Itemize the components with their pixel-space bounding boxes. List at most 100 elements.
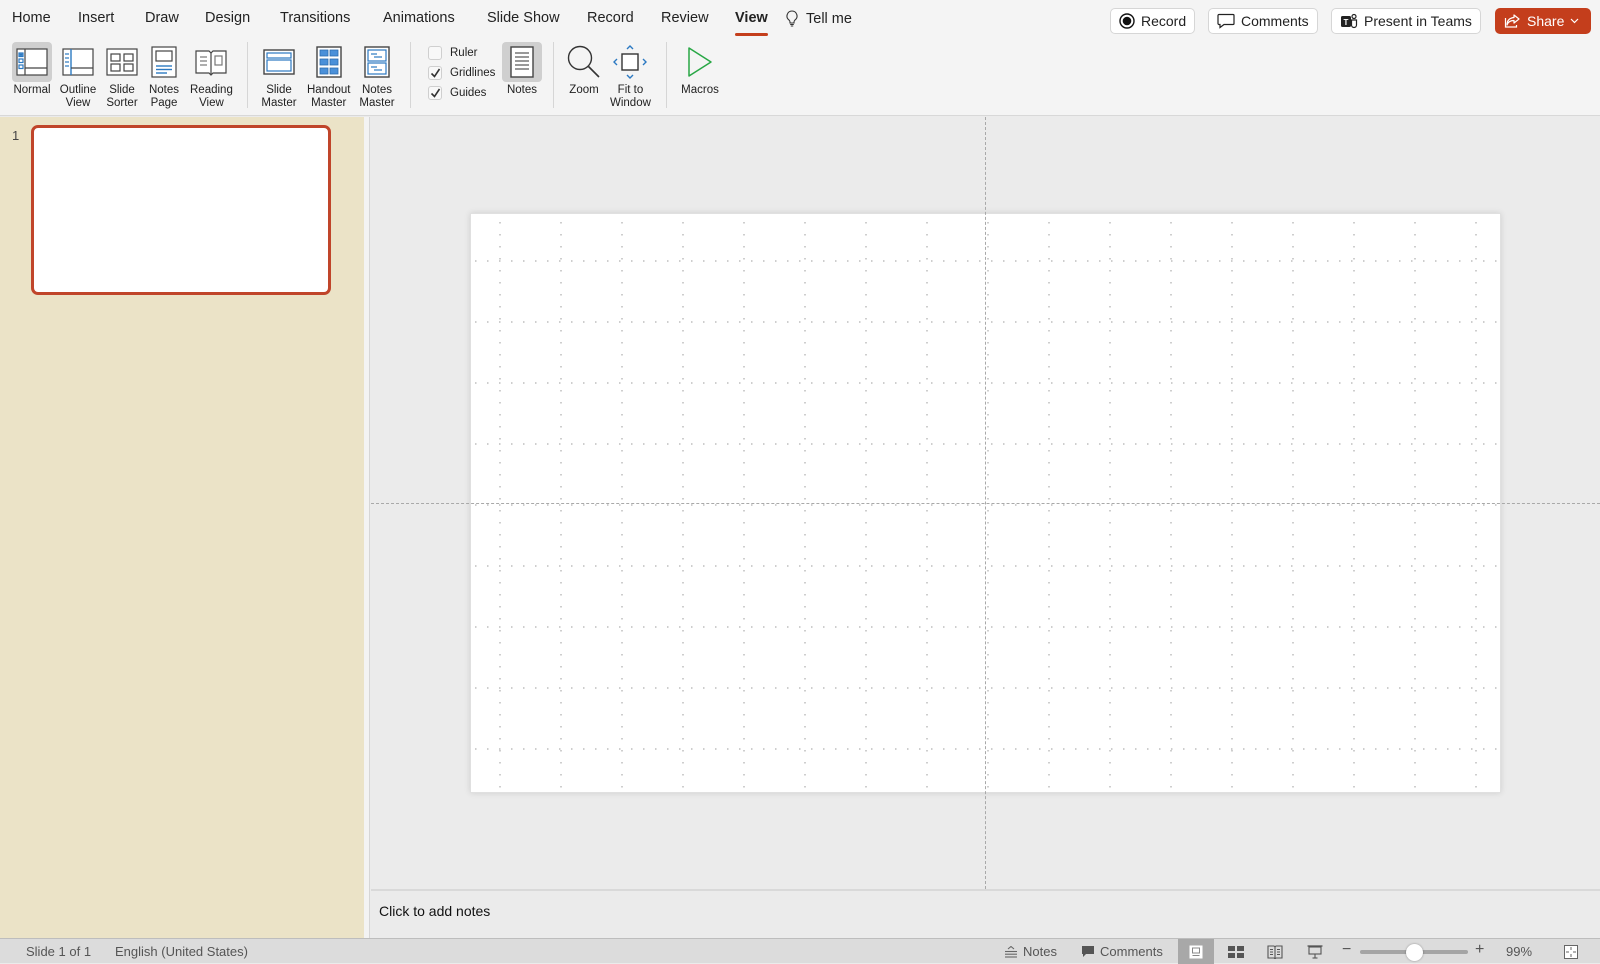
gridline-dot: [883, 504, 885, 506]
gridline-dot: [1475, 714, 1477, 716]
gridline-dot: [1219, 443, 1221, 445]
status-notes-button[interactable]: Notes: [1004, 944, 1057, 959]
normal-view-status-button[interactable]: [1178, 939, 1214, 964]
slide-master-button[interactable]: Slide Master: [259, 42, 299, 110]
gridline-dot: [1219, 565, 1221, 567]
ruler-checkbox-box[interactable]: [428, 46, 442, 60]
gridline-dot: [1353, 330, 1355, 332]
gridline-dot: [511, 443, 513, 445]
gridline-dot: [926, 522, 928, 524]
gridline-dot: [1375, 382, 1377, 384]
gridline-dot: [1475, 786, 1477, 788]
gridline-dot: [655, 748, 657, 750]
slide-thumbnail[interactable]: [31, 125, 331, 295]
ruler-checkbox[interactable]: Ruler: [428, 46, 477, 60]
horizontal-guide[interactable]: [371, 503, 1600, 504]
gridline-dot: [1399, 260, 1401, 262]
zoom-slider-thumb[interactable]: [1405, 943, 1423, 961]
gridline-dot: [1423, 626, 1425, 628]
reading-view-button[interactable]: Reading View: [190, 42, 233, 110]
slide-sorter-status-button[interactable]: [1218, 939, 1254, 964]
zoom-in-button[interactable]: +: [1475, 941, 1484, 959]
gridline-dot: [991, 443, 993, 445]
share-button[interactable]: Share: [1495, 8, 1591, 34]
gridline-dot: [560, 546, 562, 548]
gridline-dot: [560, 318, 562, 320]
fit-to-window-button[interactable]: Fit to Window: [610, 42, 651, 110]
fit-slide-button[interactable]: [1556, 939, 1586, 964]
guides-checkbox-box[interactable]: [428, 86, 442, 100]
gridline-dot: [511, 565, 513, 567]
record-button[interactable]: Record: [1110, 8, 1196, 34]
gridline-dot: [1435, 565, 1437, 567]
zoom-out-button[interactable]: −: [1342, 941, 1351, 959]
zoom-percentage[interactable]: 99%: [1506, 944, 1532, 959]
gridline-dot: [804, 702, 806, 704]
reading-view-status-button[interactable]: [1257, 939, 1293, 964]
gridlines-checkbox[interactable]: Gridlines: [428, 66, 495, 80]
tab-home[interactable]: Home: [12, 10, 51, 26]
gridline-dot: [1170, 738, 1172, 740]
gridline-dot: [1475, 702, 1477, 704]
gridline-dot: [743, 702, 745, 704]
tab-animations[interactable]: Animations: [383, 10, 455, 26]
present-in-teams-button[interactable]: T Present in Teams: [1331, 8, 1481, 34]
gridline-dot: [1459, 321, 1461, 323]
status-comments-button[interactable]: Comments: [1081, 944, 1163, 959]
tab-draw[interactable]: Draw: [145, 10, 179, 26]
language-indicator[interactable]: English (United States): [115, 944, 248, 959]
gridline-dot: [987, 402, 989, 404]
gridline-dot: [1387, 565, 1389, 567]
gridline-dot: [743, 678, 745, 680]
gridline-dot: [1109, 246, 1111, 248]
comments-button[interactable]: Comments: [1208, 8, 1318, 34]
gridline-dot: [987, 330, 989, 332]
tab-view[interactable]: View: [735, 10, 768, 36]
present-in-teams-label: Present in Teams: [1364, 13, 1472, 29]
gridline-dot: [987, 258, 989, 260]
slide-sorter-button[interactable]: Slide Sorter: [102, 42, 142, 110]
gridlines-checkbox-box[interactable]: [428, 66, 442, 80]
gridline-dot: [823, 382, 825, 384]
pane-splitter[interactable]: [364, 117, 370, 938]
gridline-dot: [739, 626, 741, 628]
handout-master-button[interactable]: Handout Master: [307, 42, 350, 110]
gridline-dot: [931, 382, 933, 384]
notes-placeholder[interactable]: Click to add notes: [379, 903, 490, 919]
gridline-dot: [691, 260, 693, 262]
tab-transitions[interactable]: Transitions: [280, 10, 350, 26]
gridline-dot: [682, 690, 684, 692]
tell-me-search[interactable]: Tell me: [786, 10, 852, 27]
notes-page-button[interactable]: Notes Page: [144, 42, 184, 110]
gridline-dot: [1339, 626, 1341, 628]
guides-checkbox[interactable]: Guides: [428, 86, 486, 100]
gridline-dot: [1483, 260, 1485, 262]
tab-slide-show[interactable]: Slide Show: [487, 10, 560, 26]
gridline-dot: [1231, 626, 1233, 628]
gridline-dot: [859, 748, 861, 750]
gridline-dot: [1109, 270, 1111, 272]
notes-toggle-button[interactable]: Notes: [502, 42, 542, 97]
notes-pane[interactable]: Click to add notes: [371, 889, 1600, 938]
tab-review[interactable]: Review: [661, 10, 709, 26]
gridline-dot: [1475, 402, 1477, 404]
gridline-dot: [883, 443, 885, 445]
gridline-dot: [487, 626, 489, 628]
normal-view-button[interactable]: Normal: [12, 42, 52, 97]
slide-show-status-button[interactable]: [1297, 939, 1333, 964]
tab-record[interactable]: Record: [587, 10, 634, 26]
gridline-dot: [682, 582, 684, 584]
macros-button[interactable]: Macros: [680, 42, 720, 97]
notes-master-button[interactable]: Notes Master: [357, 42, 397, 110]
tab-insert[interactable]: Insert: [78, 10, 114, 26]
zoom-button[interactable]: Zoom: [564, 42, 604, 97]
gridline-dot: [895, 626, 897, 628]
gridline-dot: [1414, 282, 1416, 284]
gridline-dot: [1495, 748, 1497, 750]
gridline-dot: [1414, 582, 1416, 584]
gridline-dot: [1219, 382, 1221, 384]
tab-design[interactable]: Design: [205, 10, 250, 26]
share-icon: [1504, 14, 1520, 28]
zoom-slider[interactable]: [1360, 943, 1468, 961]
outline-view-button[interactable]: Outline View: [58, 42, 98, 110]
